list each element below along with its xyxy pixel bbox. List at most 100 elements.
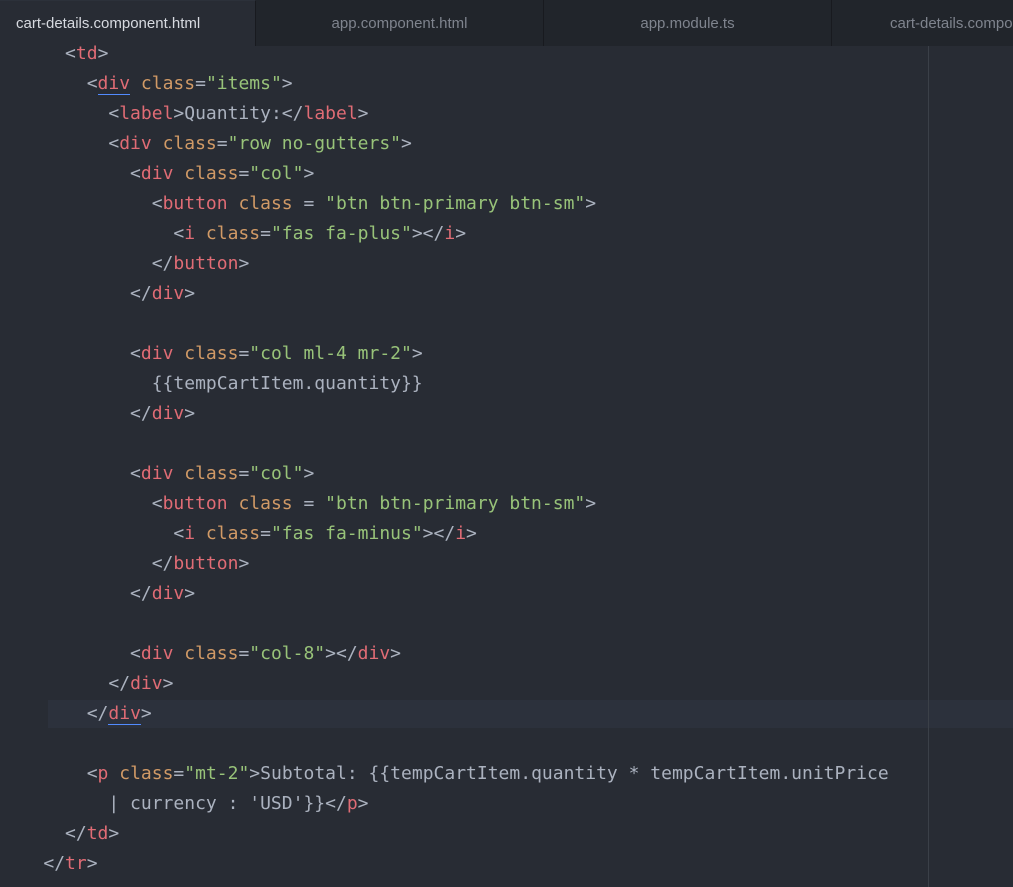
code-token-punct: < xyxy=(86,763,98,784)
code-token-tag: div xyxy=(140,643,174,664)
code-token-punct: </ xyxy=(43,853,66,874)
code-line[interactable]: </div> xyxy=(0,279,1013,309)
code-line[interactable]: </div> xyxy=(0,579,1013,609)
code-token-tag: div xyxy=(357,643,391,664)
code-line[interactable]: </tr> xyxy=(0,849,1013,879)
code-token-attr: class xyxy=(184,343,239,364)
code-token-punct: < xyxy=(130,643,141,664)
code-token-punct: > xyxy=(238,253,250,274)
code-token-tag: button xyxy=(162,493,228,514)
code-token-punct: = xyxy=(303,193,315,214)
code-token-punct: </ xyxy=(108,673,131,694)
code-line[interactable]: <div class="col-8"></div> xyxy=(0,639,1013,669)
code-token-attr: class xyxy=(184,163,239,184)
code-line[interactable]: <div class="col"> xyxy=(0,159,1013,189)
code-token-punct: = xyxy=(260,223,271,244)
code-line[interactable]: <button class = "btn btn-primary btn-sm"… xyxy=(0,489,1013,519)
code-token-attr: class xyxy=(162,133,217,154)
code-line[interactable]: </div> xyxy=(0,399,1013,429)
code-token-punct: > xyxy=(140,703,152,724)
code-token-punct: </ xyxy=(130,283,152,304)
code-token-punct: > xyxy=(303,463,315,484)
code-line[interactable]: </div> xyxy=(0,699,1013,729)
code-line[interactable]: <td> xyxy=(0,39,1013,69)
code-token-punct: = xyxy=(303,493,315,514)
code-line[interactable] xyxy=(0,729,1013,759)
code-token-punct: < xyxy=(108,103,120,124)
code-token-tag: div xyxy=(151,403,185,424)
code-token-punct: > xyxy=(281,73,293,94)
code-token-punct: < xyxy=(108,133,120,154)
code-token-tag: label xyxy=(119,103,174,124)
code-token-tag: p xyxy=(346,793,358,814)
code-line[interactable]: <div class="items"> xyxy=(0,69,1013,99)
code-token-str: "btn btn-primary btn-sm" xyxy=(325,493,586,514)
code-area[interactable]: <td> <div class="items"> <label>Quantity… xyxy=(0,39,1013,879)
code-line[interactable]: {{tempCartItem.quantity}} xyxy=(0,369,1013,399)
code-token-punct: < xyxy=(151,193,163,214)
code-token-punct: </ xyxy=(65,823,87,844)
code-token-attr: class xyxy=(119,763,174,784)
code-token-tag: div xyxy=(130,673,163,694)
code-line[interactable] xyxy=(0,609,1013,639)
code-token-str: "fas fa-minus" xyxy=(270,523,423,544)
code-token-punct: < xyxy=(130,163,141,184)
code-token-str: "col-8" xyxy=(249,643,326,664)
code-line[interactable]: <button class = "btn btn-primary btn-sm"… xyxy=(0,189,1013,219)
code-line[interactable]: <i class="fas fa-plus"></i> xyxy=(0,219,1013,249)
code-line[interactable]: <div class="row no-gutters"> xyxy=(0,129,1013,159)
code-token-punct: < xyxy=(173,223,185,244)
code-token-punct: > xyxy=(303,163,315,184)
code-line[interactable]: <p class="mt-2">Subtotal: {{tempCartItem… xyxy=(0,759,1013,789)
code-token-punct: = xyxy=(195,73,206,94)
code-line[interactable]: <label>Quantity:</label> xyxy=(0,99,1013,129)
code-editor[interactable]: cart-details.component.html app.componen… xyxy=(0,0,1013,887)
code-token-punct: > xyxy=(357,103,369,124)
code-token-str: "col" xyxy=(249,463,304,484)
code-token-punct: </ xyxy=(151,253,174,274)
code-token-tag: div xyxy=(108,703,141,725)
code-token-punct: > xyxy=(184,403,196,424)
code-line[interactable]: <div class="col"> xyxy=(0,459,1013,489)
code-token-punct: </ xyxy=(151,553,174,574)
code-token-tag: button xyxy=(162,193,228,214)
code-line[interactable]: <div class="col ml-4 mr-2"> xyxy=(0,339,1013,369)
code-line[interactable]: </button> xyxy=(0,549,1013,579)
code-line[interactable] xyxy=(0,429,1013,459)
code-token-punct: > xyxy=(162,673,174,694)
code-line[interactable]: | currency : 'USD'}}</p> xyxy=(0,789,1013,819)
code-token-punct: = xyxy=(216,133,228,154)
code-token-tag: p xyxy=(97,763,109,784)
code-token-str: "mt-2" xyxy=(184,763,250,784)
code-token-tag: button xyxy=(173,253,239,274)
code-token-attr: class xyxy=(140,73,196,94)
code-line[interactable]: </button> xyxy=(0,249,1013,279)
code-token-punct: > xyxy=(184,283,196,304)
code-token-tag: td xyxy=(86,823,109,844)
code-line[interactable]: </div> xyxy=(0,669,1013,699)
code-token-attr: class xyxy=(238,493,293,514)
code-token-punct: < xyxy=(130,463,141,484)
code-token-attr: class xyxy=(238,193,293,214)
code-line[interactable]: </td> xyxy=(0,819,1013,849)
code-line[interactable] xyxy=(0,309,1013,339)
code-line[interactable]: <i class="fas fa-minus"></i> xyxy=(0,519,1013,549)
code-token-punct: </ xyxy=(130,403,152,424)
